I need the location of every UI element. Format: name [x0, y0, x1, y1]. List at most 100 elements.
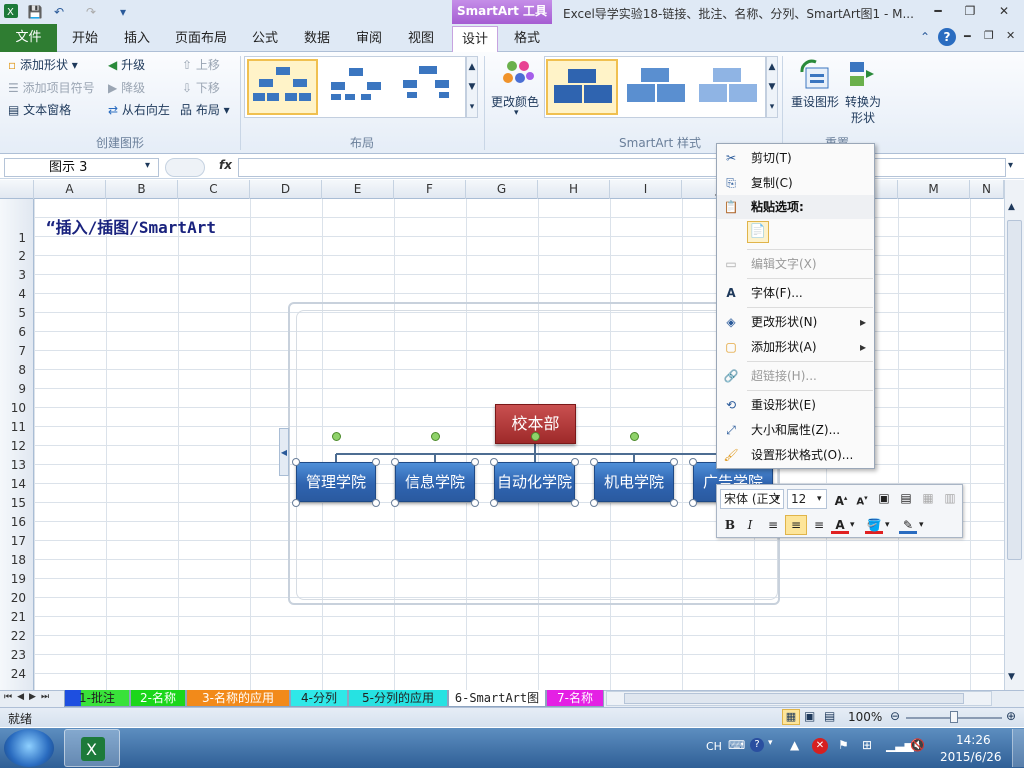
italic-button[interactable]: I	[741, 516, 759, 536]
row-header[interactable]: 4	[0, 287, 34, 301]
smartart-node[interactable]: 信息学院	[395, 462, 475, 502]
row-header[interactable]: 18	[0, 553, 34, 567]
scroll-down-icon[interactable]: ▼	[1008, 672, 1015, 682]
menu-item-copy[interactable]: ⎘ 复制(C)	[717, 171, 874, 195]
clock-time[interactable]: 14:26	[956, 733, 991, 747]
page-layout-view-icon[interactable]: ▣	[804, 709, 815, 723]
name-box-dropdown-icon[interactable]: ▾	[145, 160, 150, 171]
outline-color-icon[interactable]: ✎	[899, 516, 917, 534]
show-desktop-button[interactable]	[1012, 729, 1024, 767]
taskbar-excel-button[interactable]: X	[64, 729, 120, 767]
row-header[interactable]: 16	[0, 515, 34, 529]
text-pane-toggle-icon[interactable]: ◀	[279, 428, 289, 476]
select-all-corner[interactable]	[0, 180, 34, 199]
align-right-icon[interactable]: ≡	[809, 516, 829, 536]
menu-item-edit-text[interactable]: ▭ 编辑文字(X)	[717, 252, 874, 276]
row-header[interactable]: 23	[0, 648, 34, 662]
sheet-tab-active[interactable]: 6-SmartArt图	[448, 690, 546, 707]
keyboard-icon[interactable]: ⌨	[728, 738, 745, 752]
row-header[interactable]: 5	[0, 306, 34, 320]
save-icon[interactable]: 💾	[26, 3, 44, 21]
rotation-handle[interactable]	[630, 432, 639, 441]
font-color-dropdown-icon[interactable]: ▾	[850, 516, 855, 536]
resize-handle[interactable]	[372, 458, 380, 466]
resize-handle[interactable]	[292, 499, 300, 507]
column-header[interactable]: D	[250, 180, 322, 199]
menu-item-add-shape[interactable]: ▢ 添加形状(A) ▸	[717, 335, 874, 359]
text-pane-button[interactable]: ▤ 文本窗格	[8, 101, 71, 118]
clock-date[interactable]: 2015/6/26	[940, 750, 1002, 764]
menu-item-size-properties[interactable]: ⤢ 大小和属性(Z)...	[717, 418, 874, 442]
convert-button[interactable]: 转换为	[845, 93, 881, 110]
smartart-node[interactable]: 管理学院	[296, 462, 376, 502]
resize-handle[interactable]	[391, 458, 399, 466]
shape-outline-icon[interactable]: ▤	[897, 489, 915, 509]
resize-handle[interactable]	[670, 458, 678, 466]
menu-item-cut[interactable]: ✂ 剪切(T)	[717, 146, 874, 170]
security-alert-icon[interactable]: ✕	[812, 738, 828, 754]
help-icon[interactable]: ?	[938, 28, 956, 46]
sheet-tab[interactable]: 2-名称	[130, 690, 186, 707]
page-break-view-icon[interactable]: ▤	[824, 709, 835, 723]
shape-fill-icon[interactable]: ▣	[875, 489, 893, 509]
bring-forward-icon[interactable]: ▦	[919, 489, 937, 509]
row-header[interactable]: 22	[0, 629, 34, 643]
column-header[interactable]: M	[898, 180, 970, 199]
rotation-handle[interactable]	[431, 432, 440, 441]
network-alert-icon[interactable]: ⚑	[838, 738, 849, 752]
sheet-tab[interactable]: 3-名称的应用	[186, 690, 290, 707]
layout-thumb-2[interactable]	[322, 59, 390, 115]
layout-thumb-1[interactable]	[247, 59, 318, 115]
style-thumb-3[interactable]	[692, 59, 762, 115]
demote-button[interactable]: ▶ 降级	[108, 79, 145, 96]
column-header[interactable]: G	[466, 180, 538, 199]
send-backward-icon[interactable]: ▥	[941, 489, 959, 509]
font-color-icon[interactable]: A	[831, 516, 849, 534]
restore-icon[interactable]: ❐	[956, 2, 984, 20]
zoom-slider-thumb[interactable]	[950, 711, 958, 723]
row-header[interactable]: 20	[0, 591, 34, 605]
rotation-handle[interactable]	[332, 432, 341, 441]
column-header[interactable]: E	[322, 180, 394, 199]
excel-icon[interactable]: X	[2, 3, 20, 21]
zoom-level[interactable]: 100%	[848, 710, 882, 724]
row-header[interactable]: 2	[0, 249, 34, 263]
redo-icon[interactable]: ↷	[82, 3, 100, 21]
move-up-button[interactable]: ⇧ 上移	[182, 56, 220, 73]
resize-handle[interactable]	[471, 499, 479, 507]
wb-close-icon[interactable]: ✕	[1006, 29, 1015, 42]
convert-icon[interactable]	[846, 58, 880, 92]
bold-button[interactable]: B	[721, 516, 739, 536]
promote-button[interactable]: ◀ 升级	[108, 56, 145, 73]
column-header[interactable]: C	[178, 180, 250, 199]
resize-handle[interactable]	[292, 458, 300, 466]
sheet-tab[interactable]: 1-批注	[64, 690, 130, 707]
name-box[interactable]: 图示 3	[4, 158, 159, 177]
fill-color-icon[interactable]: 🪣	[865, 516, 883, 534]
zoom-out-icon[interactable]: ⊖	[890, 709, 900, 723]
volume-muted-icon[interactable]: 🔇	[910, 738, 925, 752]
change-colors-icon[interactable]	[500, 58, 536, 94]
scroll-up-icon[interactable]: ▲	[1008, 202, 1015, 212]
font-dropdown-icon[interactable]: ▾	[775, 490, 780, 510]
vertical-scrollbar[interactable]: ▲ ▼	[1004, 180, 1024, 690]
expand-formula-icon[interactable]: ▾	[1008, 160, 1013, 171]
change-colors-dropdown-icon[interactable]: ▾	[514, 108, 519, 118]
minimize-icon[interactable]: ━	[924, 2, 952, 20]
close-icon[interactable]: ✕	[990, 2, 1018, 20]
add-bullet-button[interactable]: ☰ 添加项目符号	[8, 79, 95, 96]
menu-item-change-shape[interactable]: ◈ 更改形状(N) ▸	[717, 310, 874, 334]
tab-design[interactable]: 设计	[452, 26, 498, 53]
tab-page-layout[interactable]: 页面布局	[170, 26, 232, 51]
wb-minimize-icon[interactable]: ━	[964, 30, 971, 43]
row-header[interactable]: 8	[0, 363, 34, 377]
zoom-in-icon[interactable]: ⊕	[1006, 709, 1016, 723]
row-header[interactable]: 19	[0, 572, 34, 586]
menu-item-hyperlink[interactable]: 🔗 超链接(H)...	[717, 364, 874, 388]
undo-icon[interactable]: ↶	[50, 3, 68, 21]
tab-home[interactable]: 开始	[62, 26, 108, 51]
move-down-button[interactable]: ⇩ 下移	[182, 79, 220, 96]
resize-handle[interactable]	[571, 458, 579, 466]
row-header[interactable]: 24	[0, 667, 34, 681]
row-header[interactable]: 6	[0, 325, 34, 339]
